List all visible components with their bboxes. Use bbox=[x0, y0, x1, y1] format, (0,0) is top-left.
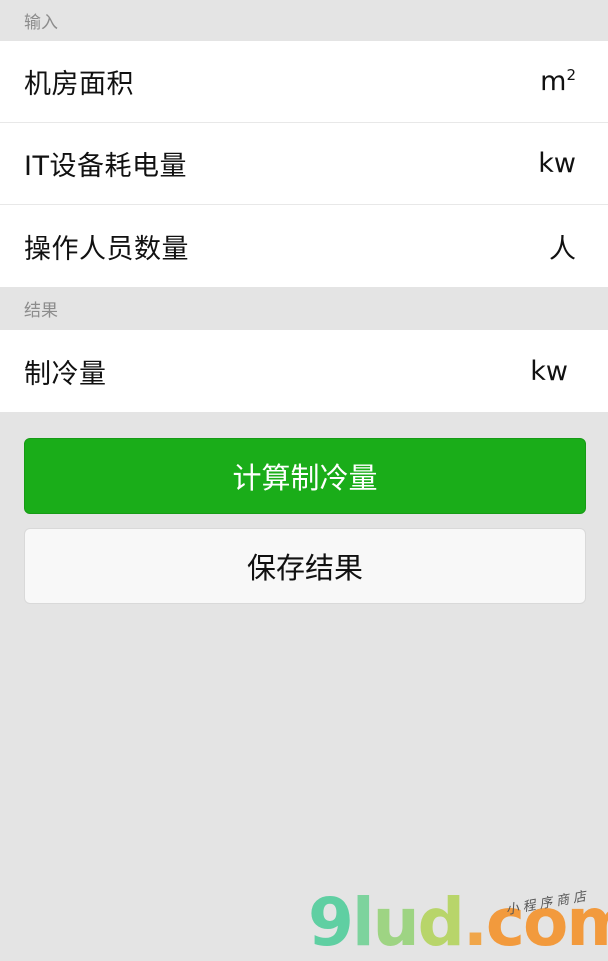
save-result-button[interactable]: 保存结果 bbox=[24, 528, 586, 604]
staff-count-label: 操作人员数量 bbox=[24, 233, 189, 265]
button-area: 计算制冷量 保存结果 bbox=[0, 412, 608, 604]
staff-count-unit: 人 bbox=[549, 233, 576, 265]
input-section-title: 输入 bbox=[24, 13, 58, 33]
watermark-brand-dot: . bbox=[462, 884, 488, 961]
result-section-header: 结果 bbox=[0, 287, 608, 330]
cooling-unit: kw bbox=[530, 355, 568, 387]
watermark-brand-u: u bbox=[372, 884, 420, 961]
room-area-label: 机房面积 bbox=[24, 69, 134, 100]
result-row-cooling: 制冷量 kw bbox=[0, 330, 608, 412]
input-row-it-power[interactable]: IT设备耗电量 kw bbox=[0, 123, 608, 205]
watermark-brand-d: d bbox=[417, 884, 465, 961]
room-area-unit: m2 bbox=[540, 66, 576, 97]
watermark-logo: 9lud.com 小程序商店 bbox=[308, 886, 608, 956]
watermark-brand-l: l bbox=[351, 884, 375, 961]
input-row-staff-count[interactable]: 操作人员数量 人 bbox=[0, 205, 608, 287]
it-power-label: IT设备耗电量 bbox=[24, 151, 187, 182]
input-section-header: 输入 bbox=[0, 0, 608, 41]
room-area-unit-sup: 2 bbox=[566, 66, 576, 84]
room-area-unit-base: m bbox=[540, 66, 567, 97]
cooling-label: 制冷量 bbox=[24, 358, 107, 390]
calculate-cooling-button[interactable]: 计算制冷量 bbox=[24, 438, 586, 514]
it-power-unit: kw bbox=[538, 148, 576, 179]
watermark-brand-9: 9 bbox=[308, 884, 354, 961]
result-section-title: 结果 bbox=[24, 301, 58, 321]
input-row-room-area[interactable]: 机房面积 m2 bbox=[0, 41, 608, 123]
